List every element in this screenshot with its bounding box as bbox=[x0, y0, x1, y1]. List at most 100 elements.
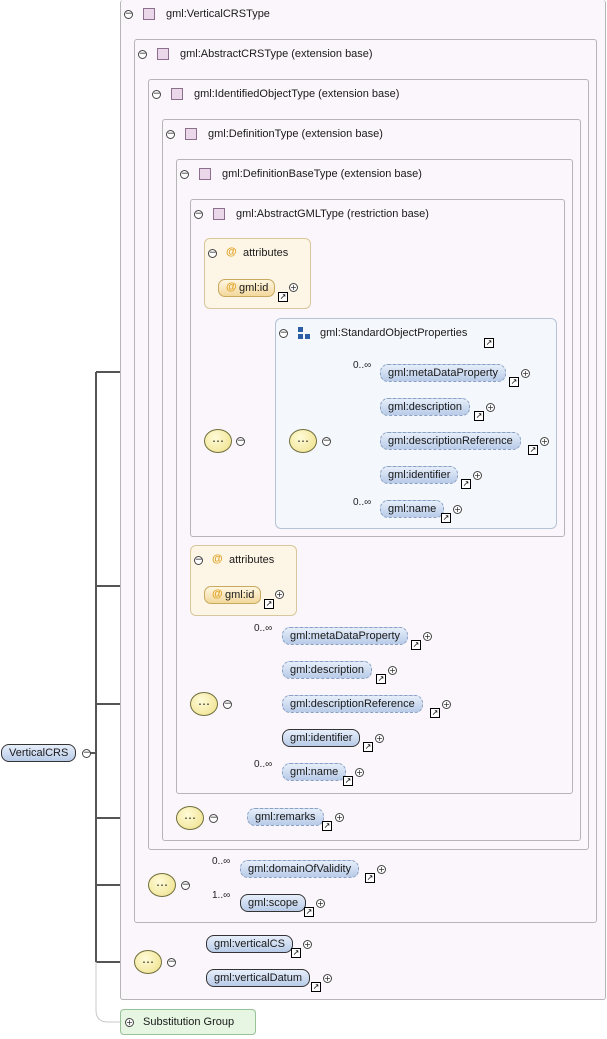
expand-toggle[interactable]: + bbox=[442, 700, 451, 709]
sequence-compositor-icon[interactable]: ⋯ bbox=[289, 429, 317, 453]
collapse-toggle[interactable]: − bbox=[180, 170, 189, 179]
element-description[interactable]: gml:description bbox=[380, 398, 470, 416]
sequence-compositor-icon[interactable]: ⋯ bbox=[148, 873, 176, 897]
element-identifier[interactable]: gml:identifier bbox=[282, 729, 361, 747]
collapse-toggle[interactable]: − bbox=[166, 130, 175, 139]
link-icon[interactable]: ↗ bbox=[430, 708, 440, 718]
element-vertical-datum[interactable]: gml:verticalDatum bbox=[206, 969, 311, 987]
link-icon[interactable]: ↗ bbox=[322, 821, 332, 831]
link-icon[interactable]: ↗ bbox=[376, 674, 386, 684]
multiplicity-label: 0..∞ bbox=[254, 623, 273, 634]
attribute-icon: @ bbox=[226, 281, 237, 293]
link-icon[interactable]: ↗ bbox=[264, 599, 274, 609]
substitution-group[interactable]: Substitution Group bbox=[120, 1009, 256, 1035]
element-metadata-property[interactable]: gml:metaDataProperty bbox=[380, 364, 507, 382]
type-label-definition-base: gml:DefinitionBaseType (extension base) bbox=[222, 168, 422, 180]
collapse-toggle[interactable]: − bbox=[181, 881, 190, 890]
expand-toggle[interactable]: + bbox=[335, 813, 344, 822]
collapse-toggle[interactable]: − bbox=[208, 249, 217, 258]
group-label: gml:StandardObjectProperties bbox=[320, 327, 468, 339]
expand-toggle[interactable]: + bbox=[423, 632, 432, 641]
attributes-label: attributes bbox=[229, 554, 275, 566]
expand-toggle[interactable]: + bbox=[375, 734, 384, 743]
type-label-abstract-crs: gml:AbstractCRSType (extension base) bbox=[180, 48, 373, 60]
root-element-vertical-crs[interactable]: VerticalCRS bbox=[1, 744, 77, 762]
element-scope[interactable]: gml:scope bbox=[240, 894, 307, 912]
element-vertical-cs[interactable]: gml:verticalCS bbox=[206, 935, 293, 953]
expand-toggle[interactable]: + bbox=[473, 471, 482, 480]
complex-type-icon bbox=[171, 88, 183, 100]
link-icon[interactable]: ↗ bbox=[474, 411, 484, 421]
sequence-compositor-icon[interactable]: ⋯ bbox=[176, 806, 204, 830]
multiplicity-label: 0..∞ bbox=[254, 759, 273, 770]
expand-toggle[interactable]: + bbox=[388, 666, 397, 675]
link-icon[interactable]: ↗ bbox=[363, 742, 373, 752]
complex-type-icon bbox=[185, 128, 197, 140]
element-description[interactable]: gml:description bbox=[282, 661, 372, 679]
link-icon[interactable]: ↗ bbox=[304, 907, 314, 917]
expand-toggle[interactable]: + bbox=[323, 974, 332, 983]
collapse-toggle[interactable]: − bbox=[194, 556, 203, 565]
expand-toggle[interactable]: + bbox=[316, 899, 325, 908]
sequence-compositor-icon[interactable]: ⋯ bbox=[190, 692, 218, 716]
collapse-toggle[interactable]: − bbox=[138, 50, 147, 59]
link-icon[interactable]: ↗ bbox=[343, 776, 353, 786]
element-name[interactable]: gml:name bbox=[380, 500, 445, 518]
type-label-identified-object: gml:IdentifiedObjectType (extension base… bbox=[194, 88, 400, 100]
attribute-icon: @ bbox=[226, 246, 237, 258]
expand-toggle[interactable]: + bbox=[289, 283, 298, 292]
link-icon[interactable]: ↗ bbox=[311, 982, 321, 992]
expand-toggle[interactable]: + bbox=[355, 768, 364, 777]
collapse-toggle[interactable]: − bbox=[124, 10, 133, 19]
multiplicity-label: 0..∞ bbox=[353, 497, 372, 508]
link-icon[interactable]: ↗ bbox=[528, 445, 538, 455]
complex-type-icon bbox=[199, 168, 211, 180]
expand-toggle[interactable]: + bbox=[125, 1018, 134, 1027]
link-icon[interactable]: ↗ bbox=[411, 640, 421, 650]
collapse-toggle[interactable]: − bbox=[209, 814, 218, 823]
standard-object-properties-group bbox=[275, 318, 557, 529]
expand-toggle[interactable]: + bbox=[521, 369, 530, 378]
link-icon[interactable]: ↗ bbox=[484, 338, 494, 348]
multiplicity-label: 1..∞ bbox=[212, 890, 231, 901]
attribute-name: gml:id bbox=[239, 282, 269, 294]
expand-toggle[interactable]: + bbox=[486, 403, 495, 412]
collapse-toggle[interactable]: − bbox=[152, 90, 161, 99]
link-icon[interactable]: ↗ bbox=[509, 377, 519, 387]
collapse-toggle[interactable]: − bbox=[236, 437, 245, 446]
link-icon[interactable]: ↗ bbox=[291, 948, 301, 958]
collapse-toggle[interactable]: − bbox=[223, 700, 232, 709]
multiplicity-label: 0..∞ bbox=[212, 856, 231, 867]
sequence-compositor-icon[interactable]: ⋯ bbox=[204, 429, 232, 453]
link-icon[interactable]: ↗ bbox=[441, 513, 451, 523]
group-icon bbox=[298, 327, 310, 339]
element-name[interactable]: gml:name bbox=[282, 763, 347, 781]
expand-toggle[interactable]: + bbox=[275, 590, 284, 599]
collapse-toggle[interactable]: − bbox=[194, 210, 203, 219]
expand-toggle[interactable]: + bbox=[453, 505, 462, 514]
element-description-reference[interactable]: gml:descriptionReference bbox=[380, 432, 521, 450]
link-icon[interactable]: ↗ bbox=[278, 292, 288, 302]
collapse-toggle[interactable]: − bbox=[167, 958, 176, 967]
element-remarks[interactable]: gml:remarks bbox=[247, 808, 324, 826]
expand-toggle[interactable]: + bbox=[377, 865, 386, 874]
link-icon[interactable]: ↗ bbox=[461, 479, 471, 489]
complex-type-icon bbox=[157, 48, 169, 60]
type-label-vertical-crs: gml:VerticalCRSType bbox=[166, 8, 270, 20]
element-domain-of-validity[interactable]: gml:domainOfValidity bbox=[240, 860, 360, 878]
multiplicity-label: 0..∞ bbox=[353, 360, 372, 371]
collapse-toggle[interactable]: − bbox=[82, 749, 91, 758]
element-identifier[interactable]: gml:identifier bbox=[380, 466, 459, 484]
element-metadata-property[interactable]: gml:metaDataProperty bbox=[282, 627, 409, 645]
expand-toggle[interactable]: + bbox=[540, 437, 549, 446]
link-icon[interactable]: ↗ bbox=[365, 873, 375, 883]
type-label-abstract-gml: gml:AbstractGMLType (restriction base) bbox=[236, 208, 429, 220]
element-description-reference[interactable]: gml:descriptionReference bbox=[282, 695, 423, 713]
collapse-toggle[interactable]: − bbox=[322, 437, 331, 446]
sequence-compositor-icon[interactable]: ⋯ bbox=[134, 950, 162, 974]
collapse-toggle[interactable]: − bbox=[279, 329, 288, 338]
expand-toggle[interactable]: + bbox=[303, 940, 312, 949]
complex-type-icon bbox=[143, 8, 155, 20]
type-label-definition: gml:DefinitionType (extension base) bbox=[208, 128, 383, 140]
attribute-name: gml:id bbox=[225, 589, 255, 601]
